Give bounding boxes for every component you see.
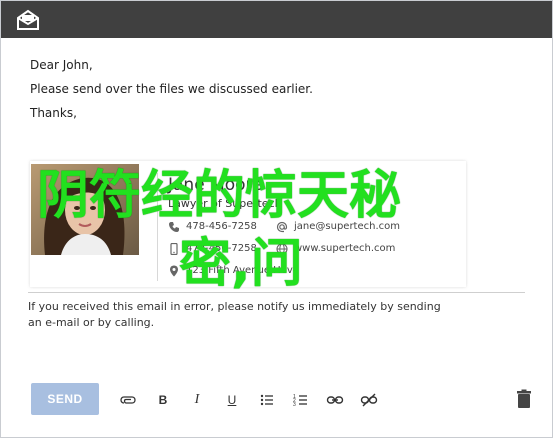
signature-website[interactable]: www.supertech.com [294, 243, 395, 254]
compose-window: Dear John, Please send over the files we… [0, 0, 553, 438]
compose-titlebar [1, 1, 552, 38]
bulleted-list-icon[interactable] [258, 391, 276, 409]
overlay-headline: 阴符经的惊天秘 [37, 166, 402, 226]
compose-toolbar: SEND B I U 1 2 3 [1, 373, 552, 423]
underline-icon[interactable]: U [223, 391, 241, 409]
disclaimer-text: If you received this email in error, ple… [28, 300, 441, 329]
overlay-headline-second: 密,问 [179, 234, 303, 294]
trash-icon[interactable] [516, 389, 532, 409]
send-button[interactable]: SEND [31, 383, 99, 415]
bold-icon[interactable]: B [154, 391, 172, 409]
svg-text:3: 3 [293, 402, 296, 408]
attachment-icon[interactable] [119, 391, 137, 409]
italic-icon[interactable]: I [188, 391, 206, 409]
email-greeting: Dear John, [30, 58, 93, 72]
email-body-line: Please send over the files we discussed … [30, 82, 313, 96]
numbered-list-icon[interactable]: 1 2 3 [292, 391, 310, 409]
email-closing: Thanks, [30, 106, 77, 120]
envelope-open-icon[interactable] [15, 8, 41, 32]
remove-link-icon[interactable] [360, 391, 378, 409]
link-icon[interactable] [326, 391, 344, 409]
signature-divider [28, 292, 525, 293]
